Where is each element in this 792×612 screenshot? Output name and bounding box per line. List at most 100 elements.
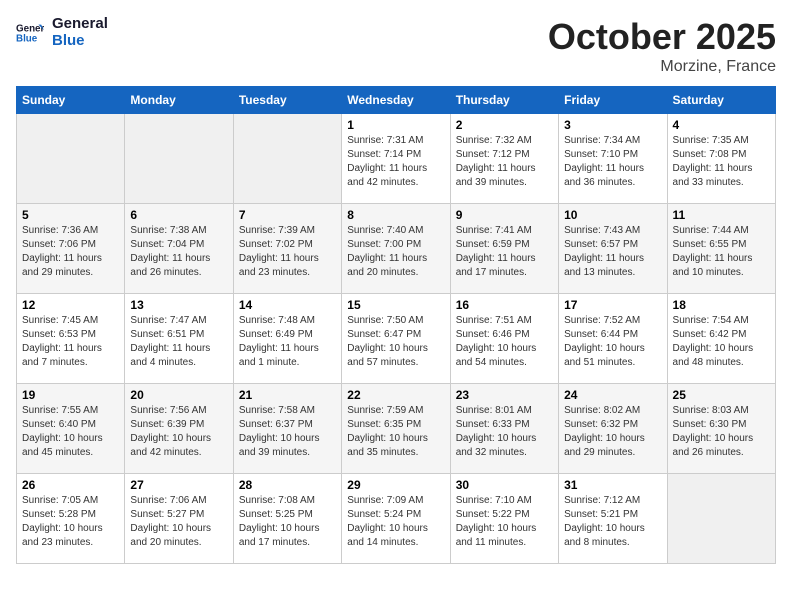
day-number: 7	[239, 208, 336, 222]
day-number: 15	[347, 298, 444, 312]
calendar-table: SundayMondayTuesdayWednesdayThursdayFrid…	[16, 86, 776, 564]
calendar-cell	[233, 114, 341, 204]
calendar-week-row: 5 Sunrise: 7:36 AM Sunset: 7:06 PM Daylig…	[17, 204, 776, 294]
day-number: 28	[239, 478, 336, 492]
calendar-cell: 7 Sunrise: 7:39 AM Sunset: 7:02 PM Daylig…	[233, 204, 341, 294]
calendar-cell: 16 Sunrise: 7:51 AM Sunset: 6:46 PM Dayli…	[450, 294, 558, 384]
day-info: Sunrise: 7:32 AM Sunset: 7:12 PM Dayligh…	[456, 134, 553, 190]
day-info: Sunrise: 7:40 AM Sunset: 7:00 PM Dayligh…	[347, 224, 444, 280]
day-info: Sunrise: 7:09 AM Sunset: 5:24 PM Dayligh…	[347, 494, 444, 550]
calendar-cell: 18 Sunrise: 7:54 AM Sunset: 6:42 PM Dayli…	[667, 294, 775, 384]
day-number: 5	[22, 208, 119, 222]
day-number: 23	[456, 388, 553, 402]
calendar-cell: 30 Sunrise: 7:10 AM Sunset: 5:22 PM Dayli…	[450, 474, 558, 564]
day-number: 8	[347, 208, 444, 222]
weekday-header-monday: Monday	[125, 87, 233, 114]
day-info: Sunrise: 7:31 AM Sunset: 7:14 PM Dayligh…	[347, 134, 444, 190]
day-info: Sunrise: 7:12 AM Sunset: 5:21 PM Dayligh…	[564, 494, 661, 550]
calendar-cell	[17, 114, 125, 204]
day-number: 30	[456, 478, 553, 492]
day-info: Sunrise: 7:47 AM Sunset: 6:51 PM Dayligh…	[130, 314, 227, 370]
calendar-cell: 5 Sunrise: 7:36 AM Sunset: 7:06 PM Daylig…	[17, 204, 125, 294]
calendar-cell: 19 Sunrise: 7:55 AM Sunset: 6:40 PM Dayli…	[17, 384, 125, 474]
day-info: Sunrise: 7:06 AM Sunset: 5:27 PM Dayligh…	[130, 494, 227, 550]
day-number: 12	[22, 298, 119, 312]
day-info: Sunrise: 7:05 AM Sunset: 5:28 PM Dayligh…	[22, 494, 119, 550]
day-number: 27	[130, 478, 227, 492]
logo: General Blue General Blue	[16, 16, 108, 49]
day-info: Sunrise: 7:48 AM Sunset: 6:49 PM Dayligh…	[239, 314, 336, 370]
calendar-cell: 2 Sunrise: 7:32 AM Sunset: 7:12 PM Daylig…	[450, 114, 558, 204]
calendar-cell: 13 Sunrise: 7:47 AM Sunset: 6:51 PM Dayli…	[125, 294, 233, 384]
day-info: Sunrise: 7:56 AM Sunset: 6:39 PM Dayligh…	[130, 404, 227, 460]
calendar-cell: 8 Sunrise: 7:40 AM Sunset: 7:00 PM Daylig…	[342, 204, 450, 294]
calendar-cell	[667, 474, 775, 564]
day-number: 14	[239, 298, 336, 312]
day-info: Sunrise: 8:01 AM Sunset: 6:33 PM Dayligh…	[456, 404, 553, 460]
day-number: 10	[564, 208, 661, 222]
day-info: Sunrise: 7:10 AM Sunset: 5:22 PM Dayligh…	[456, 494, 553, 550]
day-number: 6	[130, 208, 227, 222]
calendar-cell: 15 Sunrise: 7:50 AM Sunset: 6:47 PM Dayli…	[342, 294, 450, 384]
calendar-cell: 1 Sunrise: 7:31 AM Sunset: 7:14 PM Daylig…	[342, 114, 450, 204]
logo-icon: General Blue	[16, 19, 44, 47]
day-info: Sunrise: 7:08 AM Sunset: 5:25 PM Dayligh…	[239, 494, 336, 550]
day-info: Sunrise: 7:36 AM Sunset: 7:06 PM Dayligh…	[22, 224, 119, 280]
day-info: Sunrise: 7:52 AM Sunset: 6:44 PM Dayligh…	[564, 314, 661, 370]
calendar-cell: 24Sunrise: 8:02 AM Sunset: 6:32 PM Dayli…	[559, 384, 667, 474]
page-header: General Blue General Blue October 2025 M…	[16, 16, 776, 76]
day-number: 3	[564, 118, 661, 132]
month-title: October 2025	[548, 16, 776, 58]
calendar-cell: 10 Sunrise: 7:43 AM Sunset: 6:57 PM Dayli…	[559, 204, 667, 294]
calendar-cell: 4Sunrise: 7:35 AM Sunset: 7:08 PM Daylig…	[667, 114, 775, 204]
calendar-cell: 11 Sunrise: 7:44 AM Sunset: 6:55 PM Dayli…	[667, 204, 775, 294]
calendar-cell: 26 Sunrise: 7:05 AM Sunset: 5:28 PM Dayli…	[17, 474, 125, 564]
day-info: Sunrise: 7:59 AM Sunset: 6:35 PM Dayligh…	[347, 404, 444, 460]
logo-blue: Blue	[52, 33, 108, 50]
day-info: Sunrise: 7:50 AM Sunset: 6:47 PM Dayligh…	[347, 314, 444, 370]
weekday-header-thursday: Thursday	[450, 87, 558, 114]
logo-general: General	[52, 16, 108, 33]
day-number: 29	[347, 478, 444, 492]
day-info: Sunrise: 7:43 AM Sunset: 6:57 PM Dayligh…	[564, 224, 661, 280]
calendar-cell: 12 Sunrise: 7:45 AM Sunset: 6:53 PM Dayli…	[17, 294, 125, 384]
day-info: Sunrise: 7:45 AM Sunset: 6:53 PM Dayligh…	[22, 314, 119, 370]
weekday-header-saturday: Saturday	[667, 87, 775, 114]
day-info: Sunrise: 7:54 AM Sunset: 6:42 PM Dayligh…	[673, 314, 770, 370]
day-info: Sunrise: 8:02 AM Sunset: 6:32 PM Dayligh…	[564, 404, 661, 460]
calendar-cell: 14 Sunrise: 7:48 AM Sunset: 6:49 PM Dayli…	[233, 294, 341, 384]
calendar-cell: 29 Sunrise: 7:09 AM Sunset: 5:24 PM Dayli…	[342, 474, 450, 564]
day-info: Sunrise: 7:55 AM Sunset: 6:40 PM Dayligh…	[22, 404, 119, 460]
calendar-cell: 31Sunrise: 7:12 AM Sunset: 5:21 PM Dayli…	[559, 474, 667, 564]
day-info: Sunrise: 7:34 AM Sunset: 7:10 PM Dayligh…	[564, 134, 661, 190]
day-number: 9	[456, 208, 553, 222]
day-info: Sunrise: 7:58 AM Sunset: 6:37 PM Dayligh…	[239, 404, 336, 460]
location: Morzine, France	[548, 58, 776, 76]
day-info: Sunrise: 7:51 AM Sunset: 6:46 PM Dayligh…	[456, 314, 553, 370]
calendar-cell: 25 Sunrise: 8:03 AM Sunset: 6:30 PM Dayli…	[667, 384, 775, 474]
day-number: 11	[673, 208, 770, 222]
day-info: Sunrise: 8:03 AM Sunset: 6:30 PM Dayligh…	[673, 404, 770, 460]
calendar-cell: 6Sunrise: 7:38 AM Sunset: 7:04 PM Daylig…	[125, 204, 233, 294]
calendar-week-row: 12 Sunrise: 7:45 AM Sunset: 6:53 PM Dayli…	[17, 294, 776, 384]
calendar-cell: 23 Sunrise: 8:01 AM Sunset: 6:33 PM Dayli…	[450, 384, 558, 474]
day-number: 1	[347, 118, 444, 132]
day-number: 2	[456, 118, 553, 132]
day-info: Sunrise: 7:39 AM Sunset: 7:02 PM Dayligh…	[239, 224, 336, 280]
day-number: 26	[22, 478, 119, 492]
day-number: 18	[673, 298, 770, 312]
day-number: 25	[673, 388, 770, 402]
calendar-cell: 22Sunrise: 7:59 AM Sunset: 6:35 PM Dayli…	[342, 384, 450, 474]
day-info: Sunrise: 7:44 AM Sunset: 6:55 PM Dayligh…	[673, 224, 770, 280]
calendar-cell: 27 Sunrise: 7:06 AM Sunset: 5:27 PM Dayli…	[125, 474, 233, 564]
weekday-header-wednesday: Wednesday	[342, 87, 450, 114]
day-number: 16	[456, 298, 553, 312]
calendar-week-row: 26 Sunrise: 7:05 AM Sunset: 5:28 PM Dayli…	[17, 474, 776, 564]
calendar-cell	[125, 114, 233, 204]
day-info: Sunrise: 7:35 AM Sunset: 7:08 PM Dayligh…	[673, 134, 770, 190]
day-number: 13	[130, 298, 227, 312]
weekday-header-row: SundayMondayTuesdayWednesdayThursdayFrid…	[17, 87, 776, 114]
day-number: 19	[22, 388, 119, 402]
calendar-cell: 20Sunrise: 7:56 AM Sunset: 6:39 PM Dayli…	[125, 384, 233, 474]
day-info: Sunrise: 7:41 AM Sunset: 6:59 PM Dayligh…	[456, 224, 553, 280]
